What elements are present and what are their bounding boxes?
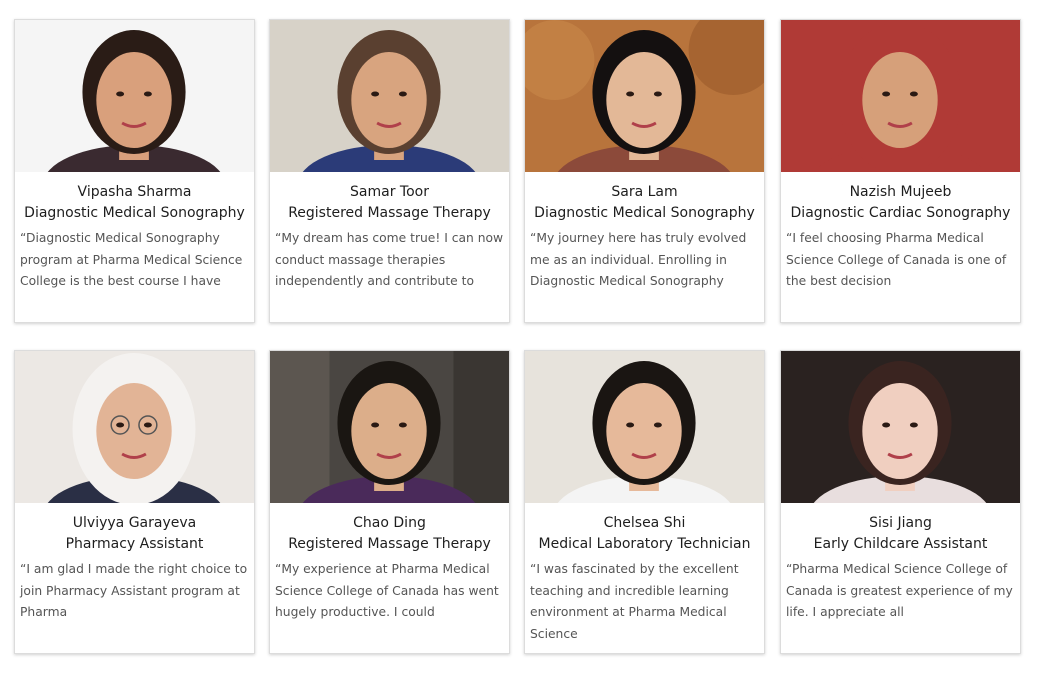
student-photo xyxy=(525,20,764,172)
testimonial-card[interactable]: Chelsea Shi Medical Laboratory Technician… xyxy=(524,350,765,654)
testimonial-quote: “Pharma Medical Science College of Canad… xyxy=(786,562,1013,619)
student-photo xyxy=(270,20,509,172)
program-name: Medical Laboratory Technician xyxy=(538,536,751,552)
program-name: Diagnostic Medical Sonography xyxy=(534,205,755,221)
testimonial-quote: “I feel choosing Pharma Medical Science … xyxy=(786,231,1007,288)
student-photo xyxy=(781,20,1020,172)
program-name: Registered Massage Therapy xyxy=(288,536,491,552)
program-name: Early Childcare Assistant xyxy=(813,536,988,552)
student-name: Sisi Jiang xyxy=(869,515,932,531)
testimonial-card[interactable]: Sara Lam Diagnostic Medical Sonography “My… xyxy=(524,19,765,323)
testimonial-card[interactable]: Nazish Mujeeb Diagnostic Cardiac Sonograp… xyxy=(780,19,1021,323)
testimonial-card[interactable]: Chao Ding Registered Massage Therapy “My e… xyxy=(269,350,510,654)
program-name: Pharmacy Assistant xyxy=(65,536,204,552)
testimonial-quote: “Diagnostic Medical Sonography program a… xyxy=(20,231,243,288)
program-name: Diagnostic Medical Sonography xyxy=(24,205,245,221)
program-name: Diagnostic Cardiac Sonography xyxy=(790,205,1011,221)
testimonial-quote: “My dream has come true! I can now condu… xyxy=(275,231,504,288)
testimonial-quote: “My journey here has truly evolved me as… xyxy=(530,231,747,288)
testimonial-card[interactable]: Ulviyya Garayeva Pharmacy Assistant “I am … xyxy=(14,350,255,654)
student-photo xyxy=(525,351,764,503)
testimonial-card[interactable]: Sisi Jiang Early Childcare Assistant “Phar… xyxy=(780,350,1021,654)
program-name: Registered Massage Therapy xyxy=(288,205,491,221)
testimonial-quote: “My experience at Pharma Medical Science… xyxy=(275,562,499,619)
student-name: Chelsea Shi xyxy=(603,515,686,531)
student-name: Sara Lam xyxy=(611,184,678,200)
student-photo xyxy=(15,20,254,172)
testimonial-card[interactable]: Vipasha Sharma Diagnostic Medical Sonogra… xyxy=(14,19,255,323)
student-name: Ulviyya Garayeva xyxy=(72,515,197,531)
student-name: Samar Toor xyxy=(350,184,429,200)
student-photo xyxy=(781,351,1020,503)
testimonial-quote: “I am glad I made the right choice to jo… xyxy=(20,562,248,619)
testimonial-card[interactable]: Samar Toor Registered Massage Therapy “My … xyxy=(269,19,510,323)
testimonial-quote: “I was fascinated by the excellent teach… xyxy=(530,562,739,641)
student-name: Chao Ding xyxy=(353,515,426,531)
student-photo xyxy=(15,351,254,503)
student-photo xyxy=(270,351,509,503)
student-name: Nazish Mujeeb xyxy=(849,184,952,200)
student-name: Vipasha Sharma xyxy=(77,184,192,200)
